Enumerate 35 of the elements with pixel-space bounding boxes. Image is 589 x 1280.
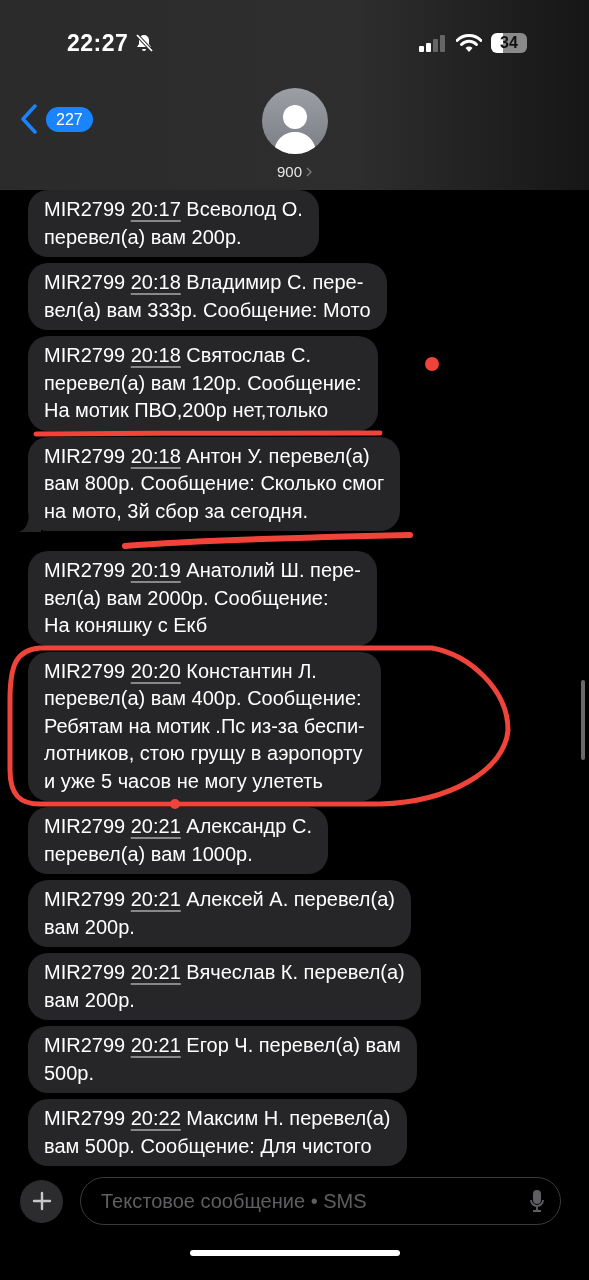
message-text: MIR2799 20:17 Всеволод О. перевел(а) вам 200р.: [44, 197, 303, 250]
time-link[interactable]: 20:22: [130, 1107, 181, 1129]
message-text: MIR2799 20:20 Константин Л. перевел(а) вам 400р. Сообщение: Ребятам на мотик .Пс из-за беспи- лотников, стою грущу в аэропорту и уже 5 часов не могу улететь: [44, 658, 365, 794]
dot-mark: [170, 799, 180, 809]
unread-count-badge[interactable]: 227: [46, 106, 93, 132]
message-text: MIR2799 20:18 Святослав С. перевел(а) вам 120р. Сообщение: На мотик ПВО,200р нет,только: [44, 343, 362, 423]
chevron-right-icon[interactable]: [306, 166, 312, 177]
message-field[interactable]: Текстовое сообщение • SMS: [99, 1188, 530, 1214]
microphone-icon[interactable]: [530, 1189, 544, 1213]
message-text: MIR2799 20:18 Антон У. перевел(а) вам 800р. Сообщение: Сколько смог на мото, 3й сбор за сегодня.: [44, 443, 385, 524]
time-link[interactable]: 20:21: [130, 1034, 181, 1056]
time-link[interactable]: 20:21: [130, 888, 181, 910]
time-link[interactable]: 20:17: [130, 198, 181, 220]
time-link[interactable]: 20:18: [130, 271, 181, 293]
add-button[interactable]: [20, 1179, 63, 1223]
dot-mark: [425, 357, 439, 371]
message-text: MIR2799 20:21 Вячеслав К. перевел(а) вам 200р.: [44, 960, 405, 1013]
message-text: MIR2799 20:21 Егор Ч. перевел(а) вам 500р.: [44, 1033, 401, 1086]
message-text: MIR2799 20:21 Алексей А. перевел(а) вам 200р.: [44, 887, 395, 940]
wifi-icon: [456, 33, 482, 53]
time-link[interactable]: 20:21: [130, 815, 181, 837]
message-text: MIR2799 20:22 Максим Н. перевел(а) вам 500р. Сообщение: Для чистого: [44, 1106, 391, 1159]
time-link[interactable]: 20:18: [130, 444, 181, 467]
message-text: MIR2799 20:18 Владимир С. пере- вел(а) вам 333р. Сообщение: Мото: [44, 270, 371, 323]
message-text: MIR2799 20:21 Александр С. перевел(а) вам 1000р.: [44, 814, 312, 867]
time-link[interactable]: 20:20: [130, 659, 181, 682]
back-chevron-icon[interactable]: [20, 104, 38, 134]
status-time: 22:27: [67, 29, 129, 57]
time-link[interactable]: 20:18: [130, 344, 181, 366]
signal-icon: [419, 34, 447, 52]
time-link[interactable]: 20:21: [130, 961, 181, 983]
plus-icon[interactable]: [31, 1191, 52, 1211]
message-text: MIR2799 20:19 Анатолий Ш. пере- вел(а) вам 2000р. Сообщение: На коняшку с Екб: [44, 558, 361, 638]
contact-name[interactable]: 900: [277, 163, 302, 180]
time-link[interactable]: 20:19: [130, 559, 181, 581]
